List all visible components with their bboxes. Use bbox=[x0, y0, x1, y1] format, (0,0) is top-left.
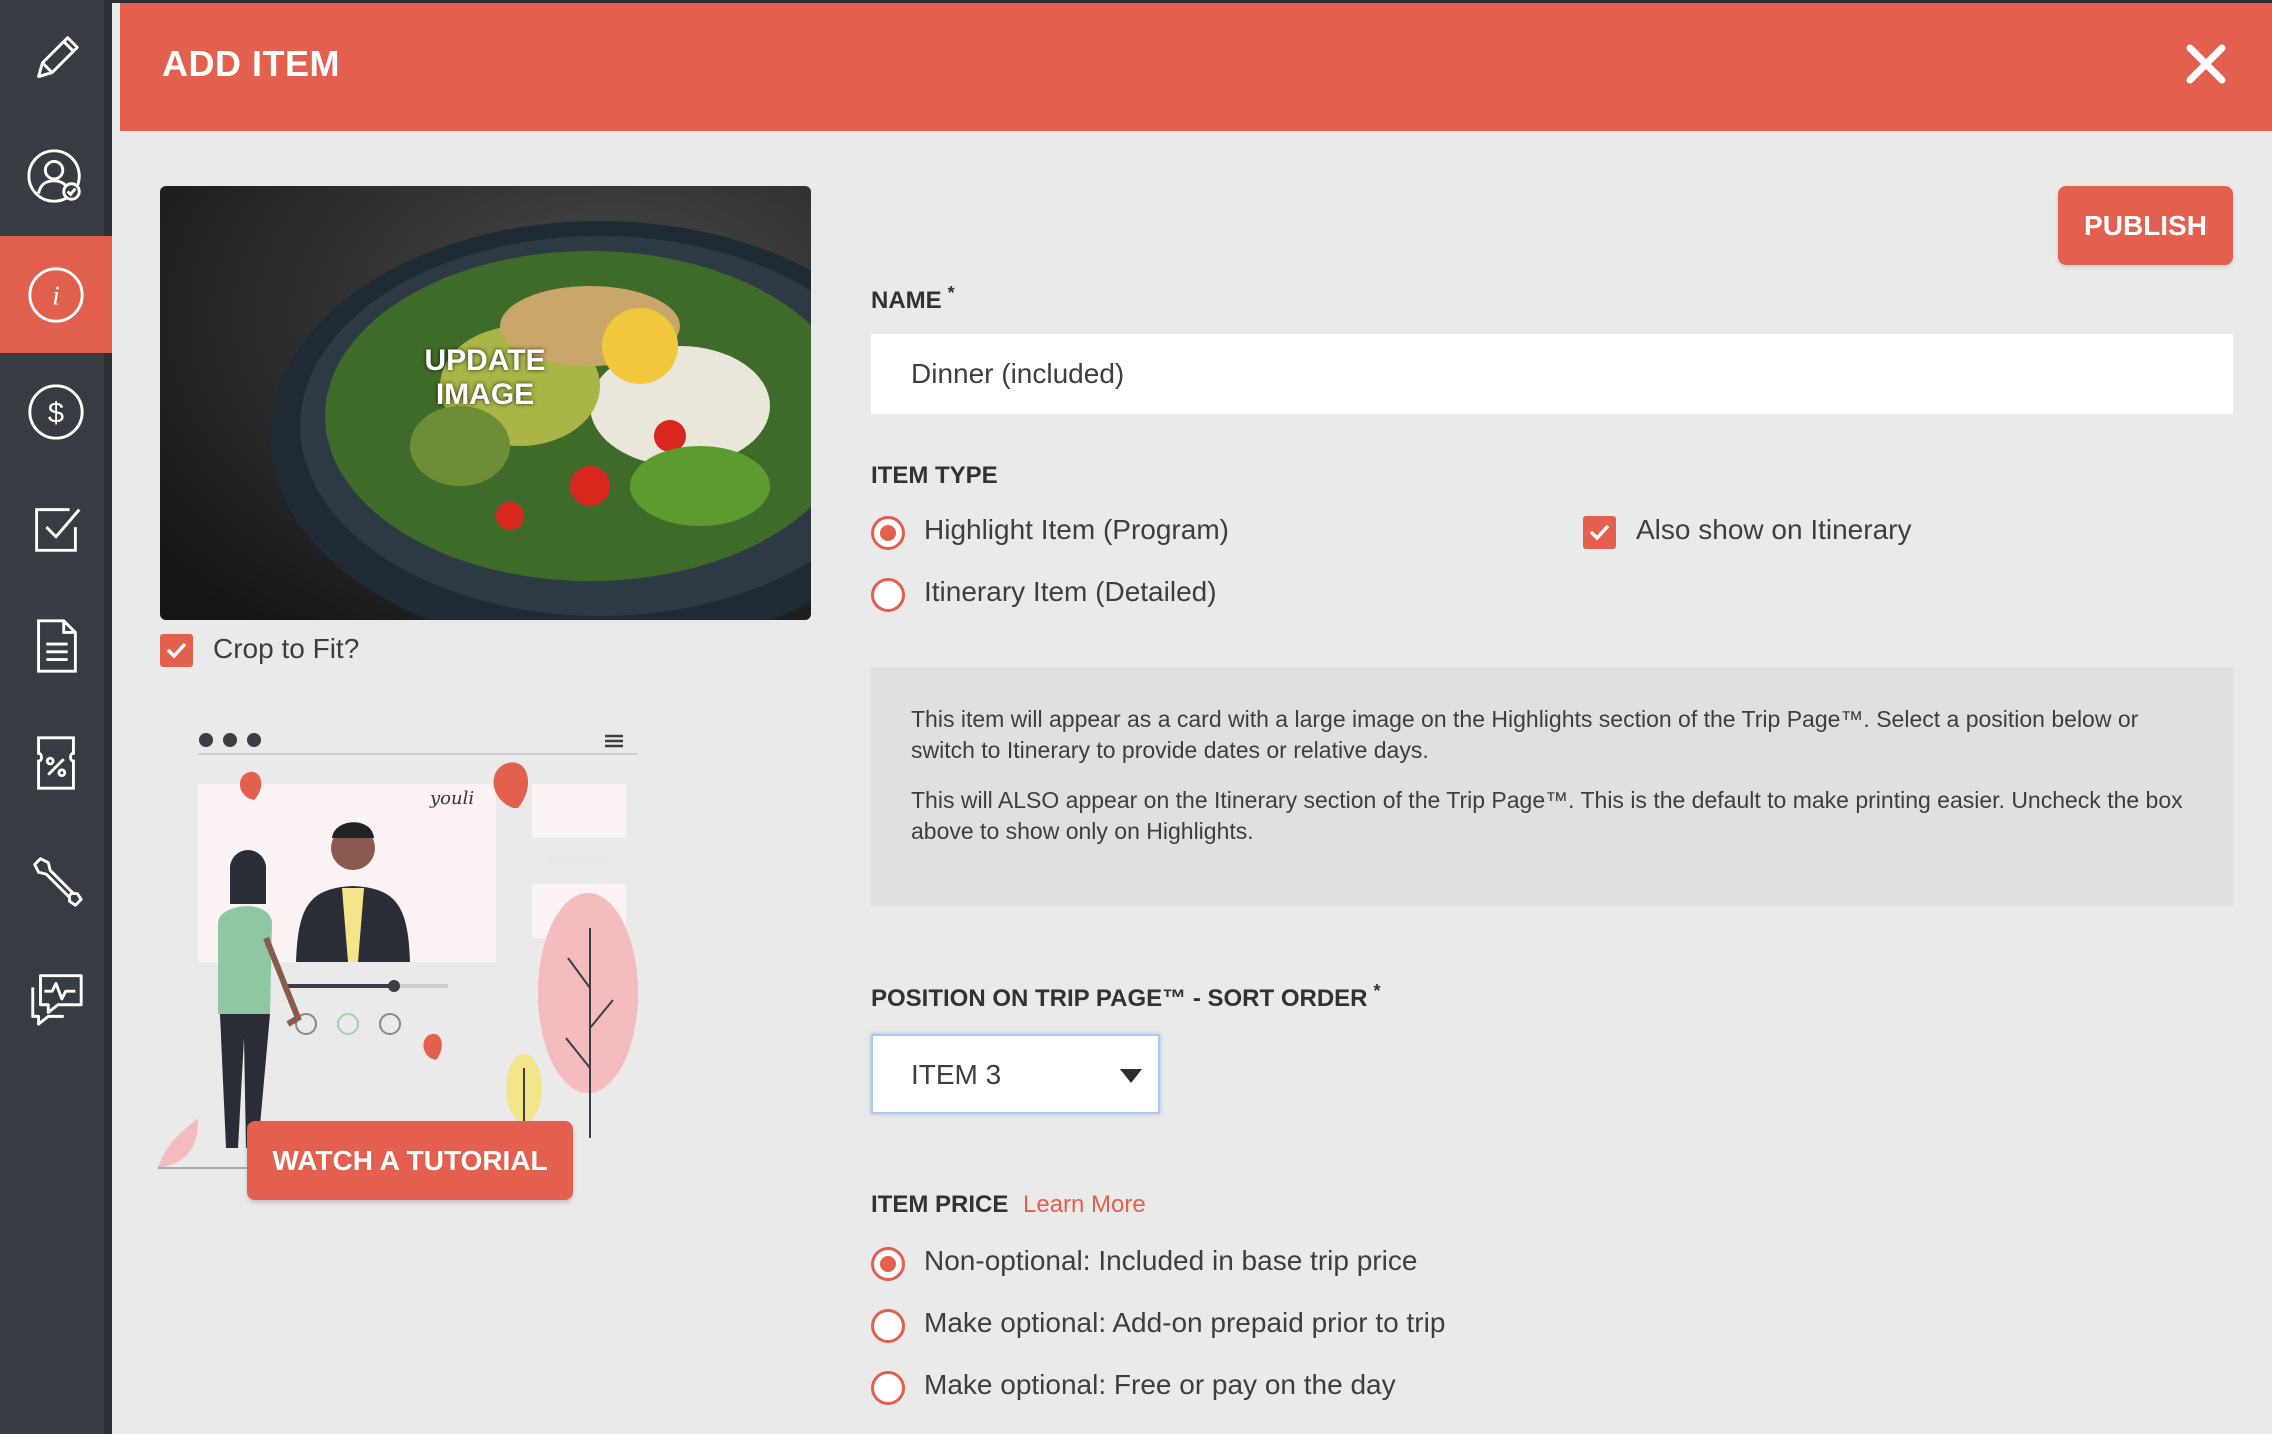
info-paragraph: This item will appear as a card with a l… bbox=[911, 706, 2139, 763]
sidebar-item-pricing[interactable]: $ bbox=[0, 353, 112, 470]
radio-price-included[interactable] bbox=[871, 1247, 905, 1281]
watch-tutorial-button[interactable]: WATCH A TUTORIAL bbox=[247, 1121, 573, 1200]
also-show-itinerary-checkbox[interactable] bbox=[1583, 516, 1616, 549]
svg-text:$: $ bbox=[48, 397, 64, 429]
item-type-label: ITEM TYPE bbox=[871, 462, 998, 489]
position-label-text: POSITION ON TRIP PAGE™ - SORT ORDER bbox=[871, 985, 1368, 1012]
itinerary-item-label: Itinerary Item (Detailed) bbox=[924, 576, 1217, 607]
item-price-label: ITEM PRICE bbox=[871, 1191, 1009, 1218]
wrench-icon bbox=[33, 856, 83, 907]
info-box: This item will appear as a card with a l… bbox=[871, 667, 2233, 906]
close-icon[interactable] bbox=[2184, 42, 2228, 86]
name-label-text: NAME bbox=[871, 287, 942, 314]
required-mark: * bbox=[1373, 981, 1381, 1001]
svg-text:i: i bbox=[52, 280, 60, 310]
sidebar-item-travelers[interactable] bbox=[0, 117, 112, 234]
info-paragraph: This will ALSO appear on the Itinerary s… bbox=[911, 787, 2183, 844]
sidebar-item-edit[interactable] bbox=[0, 0, 112, 117]
sidebar-item-documents[interactable] bbox=[0, 587, 112, 704]
check-icon bbox=[166, 642, 187, 659]
publish-button[interactable]: PUBLISH bbox=[2058, 186, 2233, 265]
sidebar-item-tasks[interactable] bbox=[0, 470, 112, 587]
tutorial-illustration: youli bbox=[158, 733, 638, 1169]
name-label: NAME * bbox=[871, 283, 955, 315]
radio-highlight-item[interactable] bbox=[871, 516, 905, 550]
dollar-icon: $ bbox=[28, 383, 84, 440]
crop-to-fit-label: Crop to Fit? bbox=[213, 633, 360, 664]
highlight-item-label: Highlight Item (Program) bbox=[924, 514, 1229, 545]
caret-down-icon bbox=[1120, 1069, 1142, 1083]
sidebar-item-info[interactable]: i bbox=[0, 236, 112, 353]
price-included-label: Non-optional: Included in base trip pric… bbox=[924, 1245, 1418, 1276]
discount-ticket-icon bbox=[37, 735, 75, 790]
position-label: POSITION ON TRIP PAGE™ - SORT ORDER * bbox=[871, 981, 1381, 1013]
checkbox-icon bbox=[35, 507, 81, 552]
update-image-label: UPDATE IMAGE bbox=[424, 344, 546, 411]
sort-order-value: ITEM 3 bbox=[911, 1059, 1002, 1090]
pencil-icon bbox=[37, 35, 79, 78]
sidebar-item-support[interactable] bbox=[0, 938, 112, 1055]
check-icon bbox=[1589, 524, 1610, 541]
item-image-upload[interactable]: UPDATE IMAGE bbox=[160, 186, 811, 620]
also-show-itinerary-label: Also show on Itinerary bbox=[1636, 514, 1912, 545]
sidebar-item-settings[interactable] bbox=[0, 821, 112, 938]
required-mark: * bbox=[947, 283, 955, 303]
sidebar: i $ bbox=[0, 0, 112, 1434]
radio-price-on-day[interactable] bbox=[871, 1371, 905, 1405]
crop-to-fit-checkbox[interactable] bbox=[160, 634, 193, 667]
sort-order-select[interactable]: ITEM 3 bbox=[871, 1034, 1160, 1114]
chat-pulse-icon bbox=[31, 973, 83, 1026]
name-input[interactable] bbox=[871, 334, 2233, 414]
info-icon: i bbox=[28, 266, 84, 323]
modal-title: ADD ITEM bbox=[162, 43, 340, 84]
radio-itinerary-item[interactable] bbox=[871, 578, 905, 612]
modal-header: ADD ITEM bbox=[120, 3, 2272, 131]
radio-price-addon[interactable] bbox=[871, 1309, 905, 1343]
user-check-icon bbox=[27, 148, 81, 203]
price-addon-label: Make optional: Add-on prepaid prior to t… bbox=[924, 1307, 1446, 1338]
price-on-day-label: Make optional: Free or pay on the day bbox=[924, 1369, 1396, 1400]
learn-more-link[interactable]: Learn More bbox=[1023, 1191, 1146, 1219]
sidebar-item-discounts[interactable] bbox=[0, 704, 112, 821]
youli-logo: youli bbox=[429, 788, 474, 809]
document-icon bbox=[37, 618, 77, 673]
